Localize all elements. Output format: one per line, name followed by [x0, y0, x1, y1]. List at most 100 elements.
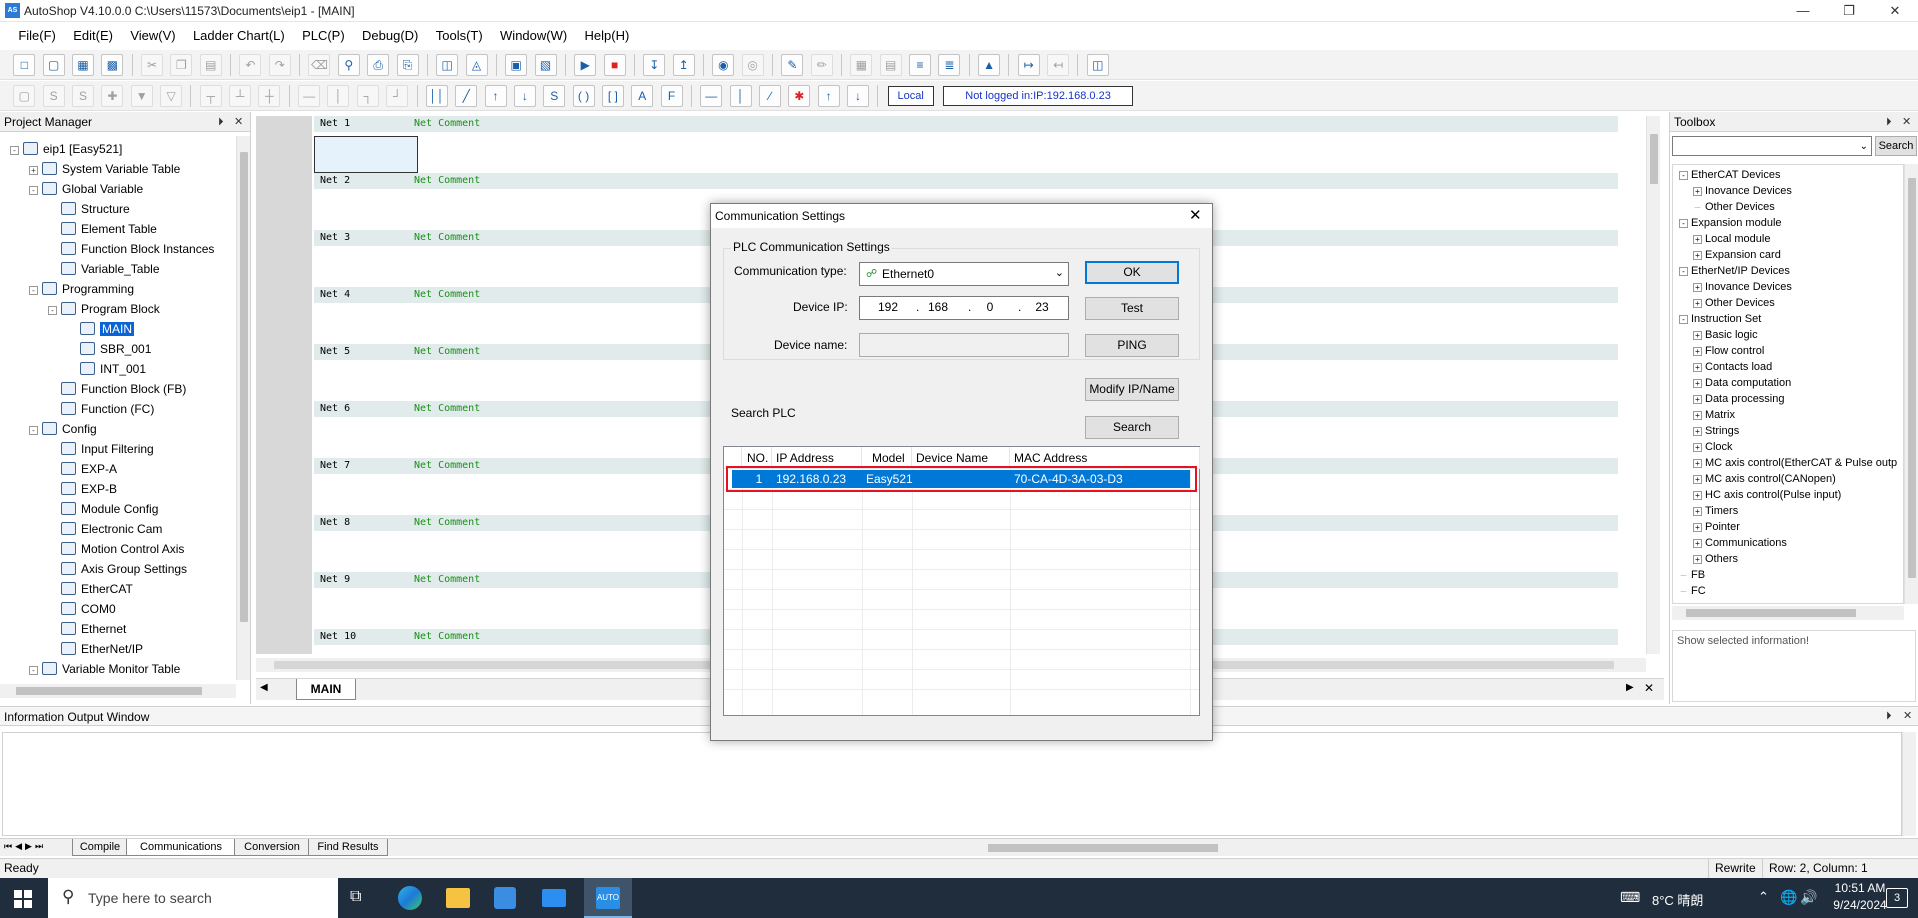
- volume-icon[interactable]: 🔊: [1800, 889, 1817, 906]
- toolbox-item[interactable]: + Clock: [1693, 439, 1733, 455]
- delete-icon[interactable]: ⌫: [308, 54, 331, 76]
- branch-icon[interactable]: ┬: [199, 85, 222, 107]
- toolbox-search-button[interactable]: Search: [1875, 136, 1917, 156]
- window-cascade-icon[interactable]: ◬: [465, 54, 488, 76]
- pin-icon[interactable]: ⏵: [1886, 112, 1892, 132]
- tree-node[interactable]: COM0: [48, 600, 116, 618]
- print-preview-icon[interactable]: ⎙: [367, 54, 390, 76]
- network-comment[interactable]: Net Comment: [414, 401, 480, 417]
- toolbox-item[interactable]: + HC axis control(Pulse input): [1693, 487, 1841, 503]
- distribute-icon[interactable]: ≣: [938, 54, 961, 76]
- tree-node[interactable]: Function (FC): [48, 400, 154, 418]
- ping-button[interactable]: PING: [1085, 334, 1179, 357]
- menu-edit[interactable]: Edit(E): [66, 24, 120, 48]
- toolbox-item[interactable]: + Basic logic: [1693, 327, 1758, 343]
- paste-icon[interactable]: ▤: [199, 54, 222, 76]
- login-icon[interactable]: ↦: [1017, 54, 1040, 76]
- save-all-icon[interactable]: ▩: [101, 54, 124, 76]
- tree-node[interactable]: Element Table: [48, 220, 157, 238]
- toolbox-item[interactable]: + Data computation: [1693, 375, 1791, 391]
- collapse-icon[interactable]: -: [29, 666, 38, 675]
- tree-node[interactable]: + System Variable Table: [29, 160, 180, 178]
- cut-icon[interactable]: ✂: [141, 54, 164, 76]
- crosshair-icon[interactable]: ✚: [101, 85, 124, 107]
- tree-node[interactable]: SBR_001: [67, 340, 151, 358]
- tab-main[interactable]: MAIN: [296, 679, 356, 700]
- expand-icon[interactable]: +: [1693, 459, 1702, 468]
- expand-icon[interactable]: +: [1693, 299, 1702, 308]
- modify-ip-name-button[interactable]: Modify IP/Name: [1085, 378, 1179, 401]
- line-icon[interactable]: —: [700, 85, 723, 107]
- expand-icon[interactable]: +: [1693, 539, 1702, 548]
- toolbox-vscroll[interactable]: [1904, 164, 1918, 604]
- weather-text[interactable]: 8°C 晴朗: [1652, 890, 1703, 909]
- editor-vscroll[interactable]: [1646, 116, 1660, 654]
- expand-icon[interactable]: +: [1693, 283, 1702, 292]
- network-icon[interactable]: 🌐: [1780, 889, 1797, 906]
- toolbox-item[interactable]: + Other Devices: [1693, 295, 1775, 311]
- toolbox-item[interactable]: + Data processing: [1693, 391, 1785, 407]
- hline-icon[interactable]: —: [298, 85, 321, 107]
- contact-pulse-icon[interactable]: ↑: [484, 85, 507, 107]
- contact-fall-icon[interactable]: ↓: [513, 85, 536, 107]
- toolbox-item[interactable]: + Local module: [1693, 231, 1770, 247]
- info-tab[interactable]: Conversion: [234, 839, 310, 856]
- plc-search-list[interactable]: NO. IP Address Model Device Name MAC Add…: [723, 446, 1200, 716]
- collapse-icon[interactable]: -: [48, 306, 57, 315]
- down-arrow-icon[interactable]: ▼: [130, 85, 153, 107]
- info-tab[interactable]: Compile: [72, 839, 128, 856]
- expand-icon[interactable]: +: [1693, 347, 1702, 356]
- ip-octet-3[interactable]: 0: [978, 297, 1002, 317]
- menu-ladder-chart[interactable]: Ladder Chart(L): [186, 24, 292, 48]
- up-arrow-icon[interactable]: ↑: [817, 85, 840, 107]
- tree-node[interactable]: - Programming: [29, 280, 134, 298]
- expand-icon[interactable]: +: [1693, 555, 1702, 564]
- plc-row[interactable]: 1 192.168.0.23 Easy521 70-CA-4D-3A-03-D3: [724, 466, 1199, 492]
- collapse-icon[interactable]: -: [1679, 315, 1688, 324]
- ip-octet-1[interactable]: 192: [876, 297, 900, 317]
- clock-date[interactable]: 9/24/2024: [1826, 898, 1894, 912]
- toolbox-item[interactable]: ─ FC: [1679, 583, 1706, 599]
- toolbox-item[interactable]: - Instruction Set: [1679, 311, 1761, 327]
- scroll-thumb[interactable]: [1650, 134, 1658, 184]
- tree-node[interactable]: INT_001: [67, 360, 146, 378]
- ok-button[interactable]: OK: [1085, 261, 1179, 284]
- device-ip-input[interactable]: 192 . 168 . 0 . 23: [859, 296, 1069, 320]
- tree-node[interactable]: EtherNet/IP: [48, 640, 143, 658]
- restore-icon[interactable]: ❐: [1826, 0, 1872, 22]
- tree-node[interactable]: Function Block Instances: [48, 240, 214, 258]
- menu-window[interactable]: Window(W): [493, 24, 574, 48]
- sfc-icon[interactable]: S: [42, 85, 65, 107]
- scroll-thumb[interactable]: [988, 844, 1218, 852]
- network-comment[interactable]: Net Comment: [414, 173, 480, 189]
- info-tab[interactable]: Communications: [126, 839, 236, 856]
- new-file-icon[interactable]: □: [13, 54, 36, 76]
- collapse-icon[interactable]: -: [1679, 171, 1688, 180]
- set-coil-icon[interactable]: S: [543, 85, 566, 107]
- branch-2-icon[interactable]: ┴: [229, 85, 252, 107]
- write-mode-icon[interactable]: ✎: [781, 54, 804, 76]
- tree-node[interactable]: Input Filtering: [48, 440, 154, 458]
- instruction-icon[interactable]: [ ]: [601, 85, 624, 107]
- tree-node[interactable]: Electronic Cam: [48, 520, 162, 538]
- network-comment[interactable]: Net Comment: [414, 287, 480, 303]
- network-comment[interactable]: Net Comment: [414, 230, 480, 246]
- coil-icon[interactable]: ( ): [572, 85, 595, 107]
- expand-icon[interactable]: +: [29, 166, 38, 175]
- toolbox-item[interactable]: + Timers: [1693, 503, 1738, 519]
- toolbox-item[interactable]: + MC axis control(EtherCAT & Pulse outp: [1693, 455, 1897, 471]
- cursor-cell[interactable]: [314, 136, 418, 173]
- pin-icon[interactable]: ⏵: [1886, 706, 1892, 726]
- close-panel-icon[interactable]: ✕: [1903, 706, 1912, 726]
- network-row[interactable]: Net 1 Net Comment: [314, 116, 1618, 173]
- keyboard-icon[interactable]: ⌨: [1620, 889, 1640, 906]
- tree-node[interactable]: EXP-B: [48, 480, 117, 498]
- minimize-icon[interactable]: —: [1780, 0, 1826, 22]
- tab-prev-icon[interactable]: ◀: [260, 682, 268, 693]
- vbar-icon[interactable]: │: [729, 85, 752, 107]
- find-icon[interactable]: ⚲: [337, 54, 360, 76]
- autoshop-taskbar-button[interactable]: AUTO: [584, 878, 632, 918]
- tab-nav-icon[interactable]: ⏮◀▶⏭: [4, 841, 46, 852]
- project-tree-vscroll[interactable]: [236, 136, 250, 680]
- search-plc-button[interactable]: Search: [1085, 416, 1179, 439]
